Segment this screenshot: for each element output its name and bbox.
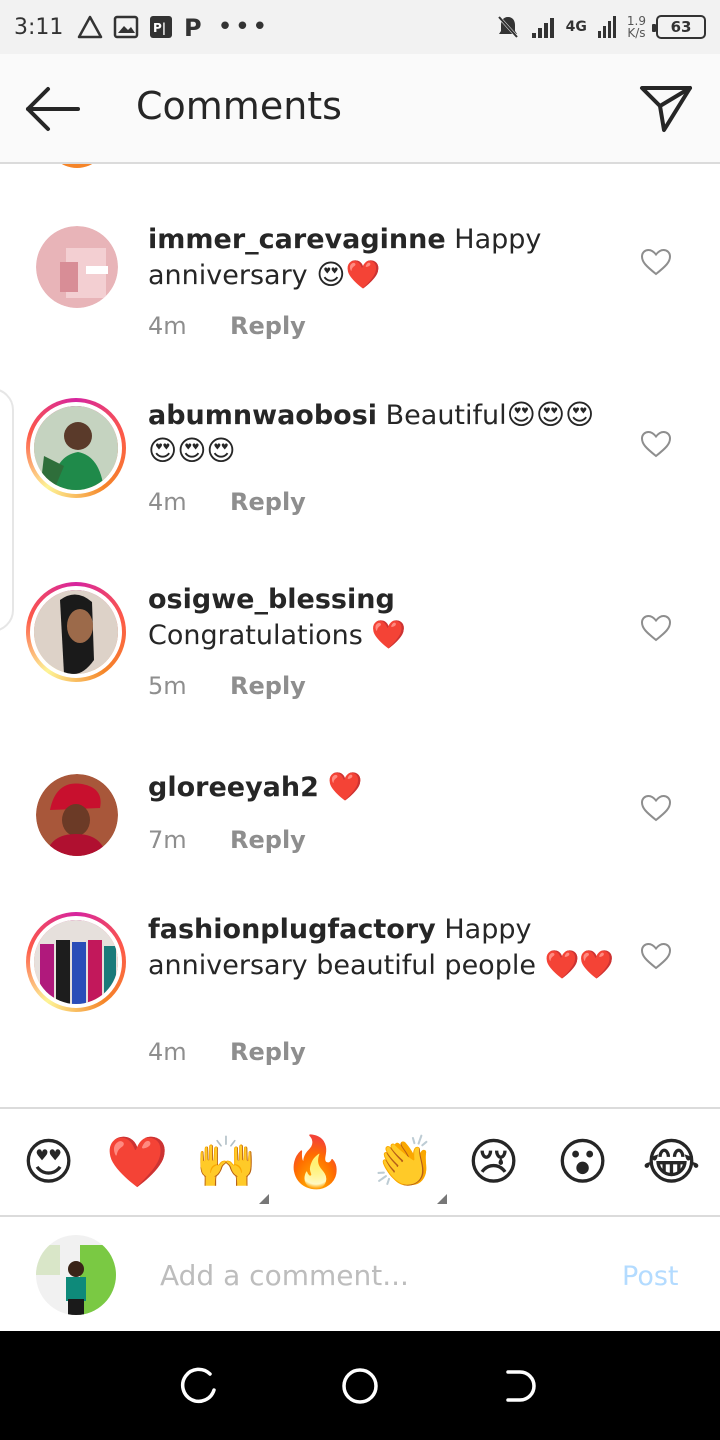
comment-meta: 5m Reply xyxy=(148,672,306,700)
skin-tone-indicator-icon xyxy=(436,1194,447,1204)
battery-icon: 63 xyxy=(652,15,706,39)
avatar[interactable] xyxy=(26,912,126,1012)
quick-emoji-bar: 😍 ❤️ 🙌 🔥 👏 😢 😮 😂 xyxy=(0,1107,720,1217)
emoji-fire-button[interactable]: 🔥 xyxy=(280,1134,352,1190)
comment-username[interactable]: abumnwaobosi xyxy=(148,400,377,431)
comment-username[interactable]: immer_carevaginne xyxy=(148,224,446,255)
comments-list[interactable]: immer_carevaginne Happy anniversary 😍❤️ … xyxy=(0,164,720,1107)
heart-outline-icon[interactable] xyxy=(640,794,672,822)
comment-text: abumnwaobosi Beautiful😍😍😍😍😍😍 xyxy=(148,398,618,470)
gallery-icon xyxy=(114,15,139,39)
notification-icons: P| P ••• xyxy=(77,12,269,42)
recents-icon xyxy=(180,1367,216,1403)
comment-meta: 7m Reply xyxy=(148,826,306,854)
heart-outline-icon[interactable] xyxy=(640,942,672,970)
reply-button[interactable]: Reply xyxy=(230,672,306,700)
avatar xyxy=(36,1235,116,1315)
comment-composer: Post xyxy=(0,1217,720,1331)
pdf-app-icon: P| xyxy=(150,16,173,38)
status-bar: 3:11 P| P ••• 4G 1.9 K/s 63 xyxy=(0,0,720,54)
emoji-raised-hands: 🙌 xyxy=(195,1133,258,1191)
paypal-icon: P xyxy=(184,15,202,39)
avatar[interactable] xyxy=(36,774,118,856)
status-right: 4G 1.9 K/s 63 xyxy=(496,14,706,40)
comment-text: osigwe_blessing Congratulations ❤️ xyxy=(148,582,618,654)
heart-outline-icon[interactable] xyxy=(640,248,672,276)
emoji-laughing-button[interactable]: 😂 xyxy=(636,1134,708,1190)
comment-emoji: ❤️❤️ xyxy=(544,948,615,981)
heart-outline-icon[interactable] xyxy=(640,614,672,642)
signal-icon xyxy=(531,18,554,38)
header: Comments xyxy=(0,54,720,164)
net-speed-unit: K/s xyxy=(627,26,646,40)
comment-body: Beautiful xyxy=(385,400,507,431)
avatar-image xyxy=(34,920,118,1004)
comment-emoji: ❤️ xyxy=(327,770,363,803)
home-button[interactable] xyxy=(338,1364,382,1408)
comment-username[interactable]: gloreeyah2 xyxy=(148,772,319,803)
emoji-clap-button[interactable]: 👏 xyxy=(369,1133,447,1204)
avatar-image xyxy=(34,406,118,490)
net-speed: 1.9 K/s xyxy=(627,15,646,39)
comment-emoji: ❤️ xyxy=(371,618,407,651)
comment-text: fashionplugfactory Happy anniversary bea… xyxy=(148,912,618,984)
emoji-heart-button[interactable]: ❤️ xyxy=(102,1134,174,1190)
page-title: Comments xyxy=(136,84,342,128)
status-time: 3:11 xyxy=(14,14,64,40)
emoji-raised-hands-button[interactable]: 🙌 xyxy=(191,1133,269,1204)
comment-time: 5m xyxy=(148,672,187,700)
recents-button[interactable] xyxy=(178,1364,222,1408)
home-circle-icon xyxy=(342,1367,378,1404)
reply-button[interactable]: Reply xyxy=(230,826,306,854)
avatar-image xyxy=(36,1235,116,1315)
avatar-image xyxy=(36,226,118,308)
comment-username[interactable]: fashionplugfactory xyxy=(148,914,436,945)
avatar[interactable] xyxy=(26,398,126,498)
comment-time: 7m xyxy=(148,826,187,854)
side-drawer-handle[interactable] xyxy=(0,388,14,632)
arrow-left-icon[interactable] xyxy=(24,82,82,136)
comment-meta: 4m Reply xyxy=(148,1038,306,1066)
emoji-surprised-button[interactable]: 😮 xyxy=(547,1134,619,1190)
heart-outline-icon[interactable] xyxy=(640,430,672,458)
network-type: 4G xyxy=(565,19,587,35)
comment-text: gloreeyah2 ❤️ xyxy=(148,770,618,806)
battery-level: 63 xyxy=(670,18,692,36)
svg-text:P|: P| xyxy=(153,21,166,35)
mute-bell-icon xyxy=(497,15,518,39)
system-nav-bar xyxy=(0,1331,720,1440)
more-notifications-icon: ••• xyxy=(217,12,270,42)
emoji-clap: 👏 xyxy=(373,1133,436,1191)
warning-icon xyxy=(78,15,103,39)
avatar-partial xyxy=(46,164,108,168)
avatar[interactable] xyxy=(36,226,118,308)
comment-input[interactable] xyxy=(160,1253,580,1297)
comment-meta: 4m Reply xyxy=(148,488,306,516)
post-button[interactable]: Post xyxy=(622,1261,679,1292)
reply-button[interactable]: Reply xyxy=(230,1038,306,1066)
comment-time: 4m xyxy=(148,1038,187,1066)
comment-text: immer_carevaginne Happy anniversary 😍❤️ xyxy=(148,222,618,294)
signal-icon-2 xyxy=(597,16,616,38)
emoji-crying-button[interactable]: 😢 xyxy=(458,1134,530,1190)
avatar-image xyxy=(36,774,118,856)
comment-body: Congratulations xyxy=(148,620,372,651)
avatar[interactable] xyxy=(26,582,126,682)
skin-tone-indicator-icon xyxy=(258,1194,269,1204)
back-button[interactable] xyxy=(498,1364,542,1408)
avatar-image xyxy=(34,590,118,674)
back-icon xyxy=(506,1369,536,1402)
paper-plane-icon[interactable] xyxy=(638,80,694,136)
reply-button[interactable]: Reply xyxy=(230,312,306,340)
comment-meta: 4m Reply xyxy=(148,312,306,340)
emoji-heart-eyes-button[interactable]: 😍 xyxy=(13,1134,85,1190)
comment-emoji: 😍❤️ xyxy=(316,258,381,291)
comment-time: 4m xyxy=(148,312,187,340)
comment-time: 4m xyxy=(148,488,187,516)
reply-button[interactable]: Reply xyxy=(230,488,306,516)
svg-text:P: P xyxy=(184,15,202,39)
comment-username[interactable]: osigwe_blessing xyxy=(148,584,395,615)
